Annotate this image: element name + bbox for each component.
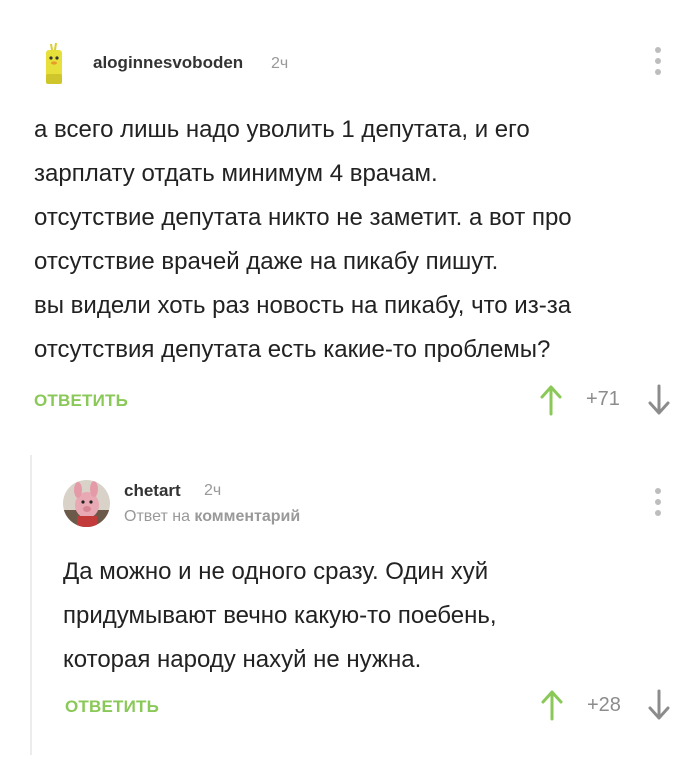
more-options-icon[interactable]	[652, 488, 664, 522]
comment-line: Да можно и не одного сразу. Один хуй	[63, 558, 489, 585]
arrow-up-icon[interactable]	[539, 384, 563, 416]
duck-avatar-icon[interactable]	[43, 42, 65, 86]
comment-line: а всего лишь надо уволить 1 депутата, и …	[34, 116, 530, 143]
comment-time: 2ч	[271, 55, 289, 72]
reply-to-link[interactable]: комментарий	[194, 508, 300, 525]
more-options-icon[interactable]	[652, 47, 664, 81]
reply-button[interactable]: ОТВЕТИТЬ	[65, 697, 159, 717]
rating-value: +28	[587, 694, 621, 716]
rating-value: +71	[586, 388, 620, 410]
comment-line: отсутствие депутата никто не заметит. а …	[34, 204, 572, 231]
comment-line: отсутствия депутата есть какие-то пробле…	[34, 336, 551, 363]
comment-line: отсутствие врачей даже на пикабу пишут.	[34, 248, 499, 275]
comment-username[interactable]: aloginnesvoboden	[93, 53, 243, 73]
arrow-up-icon[interactable]	[540, 689, 564, 721]
arrow-down-icon[interactable]	[647, 384, 671, 416]
comment-body: а всего лишь надо уволить 1 депутата, и …	[34, 108, 572, 372]
comment-line: вы видели хоть раз новость на пикабу, чт…	[34, 292, 572, 319]
comment: aloginnesvoboden 2ч а всего лишь надо ув…	[0, 0, 700, 440]
comment-line: зарплату отдать минимум 4 врачам.	[34, 160, 438, 187]
reply-button[interactable]: ОТВЕТИТЬ	[34, 391, 128, 411]
arrow-down-icon[interactable]	[647, 689, 671, 721]
comment-time: 2ч	[204, 482, 222, 499]
reply-to-prefix: Ответ на	[124, 508, 190, 525]
pig-avatar-icon[interactable]	[63, 480, 110, 527]
comment-body: Да можно и не одного сразу. Один хуй при…	[63, 550, 497, 682]
comment-line: которая народу нахуй не нужна.	[63, 646, 422, 673]
reply-to-label: Ответ на комментарий	[124, 508, 300, 526]
comment-line: придумывают вечно какую-то поебень,	[63, 602, 497, 629]
comment-username[interactable]: chetart	[124, 481, 181, 501]
